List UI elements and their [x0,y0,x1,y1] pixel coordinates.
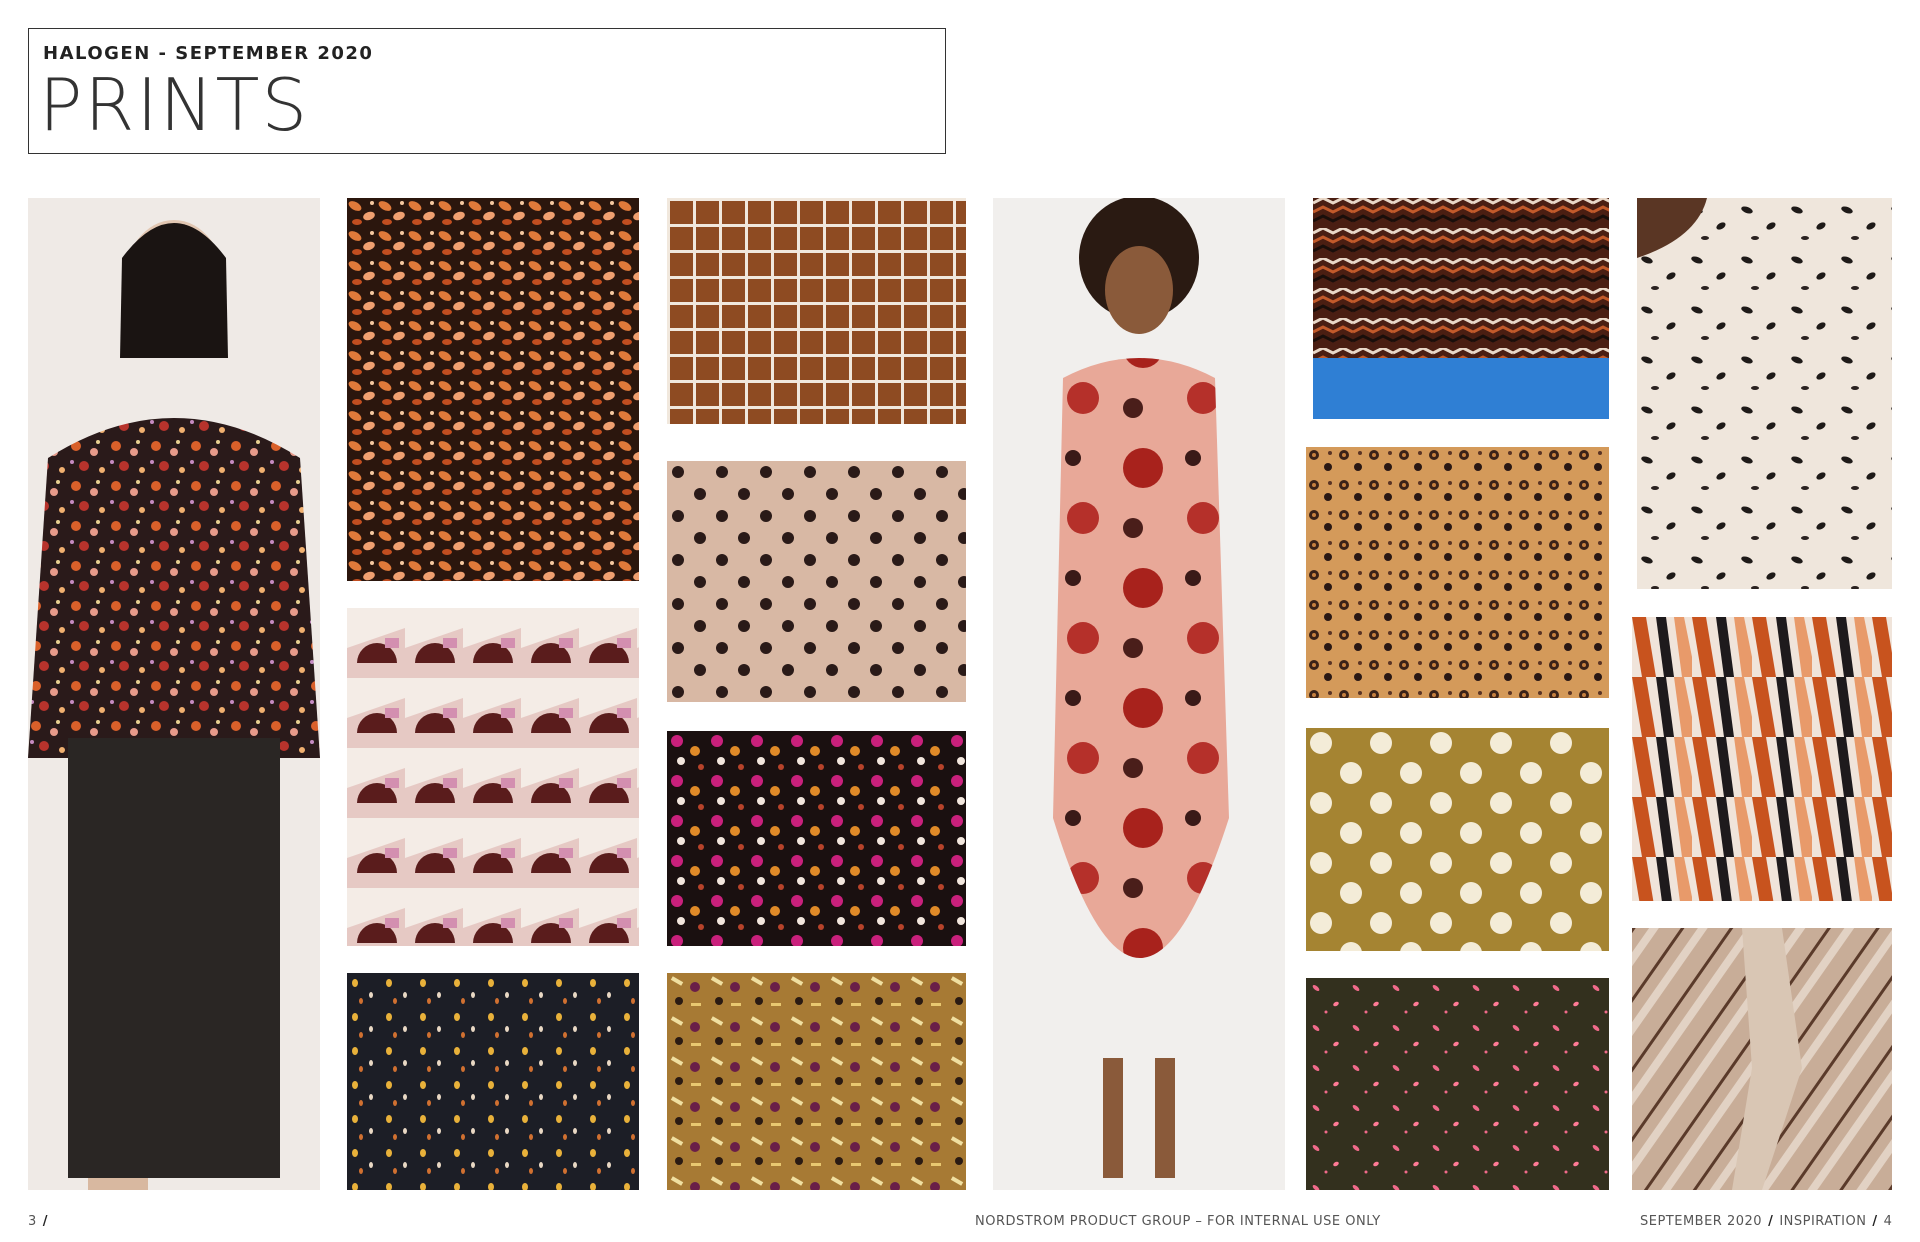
photo-petal-print [1306,978,1609,1190]
photo-leopard-print [1306,447,1609,698]
photo-orange-floral-print [347,198,639,581]
footer-left: 3/ [28,1214,49,1229]
page-number-right: 4 [1883,1214,1893,1229]
footer-center: NORDSTROM PRODUCT GROUP – FOR INTERNAL U… [975,1214,1381,1229]
photo-model-floral-blouse [28,198,320,1190]
photo-geometric-print [347,608,639,946]
footer-date: SEPTEMBER 2020 [1640,1214,1763,1229]
photo-grid-print [667,198,966,424]
photo-stripe-bow-blouse [1632,928,1892,1190]
footer-section: INSPIRATION [1779,1214,1867,1229]
photo-confetti-print [347,973,639,1190]
photo-large-dot-print [1306,728,1609,951]
photo-zigzag-print [1313,198,1609,419]
photo-abstract-print [1632,617,1892,901]
footer-right: SEPTEMBER 2020/INSPIRATION/4 [1640,1214,1893,1229]
photo-mustard-floral-print [667,973,966,1190]
page-header: HALOGEN - SEPTEMBER 2020 PRINTS [28,28,946,154]
page-number-left: 3 [28,1214,37,1229]
photo-magenta-floral-print [667,731,966,946]
collection-subtitle: HALOGEN - SEPTEMBER 2020 [43,43,374,64]
photo-polka-dot-print [667,461,966,702]
photo-dalmatian-print [1637,198,1892,589]
photo-model-floral-dress [993,198,1285,1190]
page-title: PRINTS [39,63,310,147]
